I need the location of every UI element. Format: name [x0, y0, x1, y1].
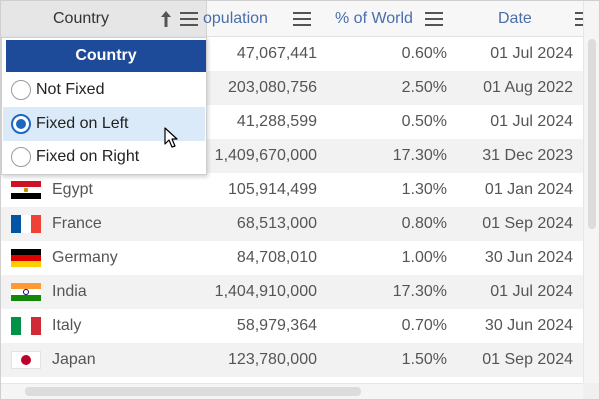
table-row[interactable]: Japan 123,780,000 1.50% 01 Sep 2024 [1, 343, 583, 377]
percent-cell: 1.50% [401, 351, 447, 368]
population-cell: 58,979,364 [236, 317, 317, 334]
population-cell: 105,914,499 [228, 181, 317, 198]
option-label: Fixed on Left [36, 115, 129, 132]
date-cell: 30 Jun 2024 [484, 249, 573, 266]
egypt-flag [11, 181, 41, 199]
header-population-label: opulation [203, 10, 268, 27]
table-row[interactable]: Germany 84,708,010 1.00% 30 Jun 2024 [1, 241, 583, 275]
option-label: Not Fixed [36, 81, 105, 98]
percent-cell: 17.30% [392, 147, 447, 164]
table-row[interactable]: India 1,404,910,000 17.30% 01 Jul 2024 [1, 275, 583, 309]
data-grid: Country opulation % of World Date 47,067… [0, 0, 600, 400]
population-cell: 123,780,000 [228, 351, 317, 368]
mouse-pointer-icon [164, 127, 178, 148]
option-not-fixed[interactable]: Not Fixed [3, 73, 205, 107]
header-date-label: Date [498, 10, 532, 27]
option-label: Fixed on Right [36, 148, 140, 165]
hamburger-icon[interactable] [575, 12, 583, 26]
population-cell: 84,708,010 [236, 249, 317, 266]
percent-cell: 17.30% [392, 283, 447, 300]
country-cell: India [52, 283, 87, 300]
table-row[interactable]: France 68,513,000 0.80% 01 Sep 2024 [1, 207, 583, 241]
percent-cell: 0.80% [401, 215, 447, 232]
pin-menu-title: Country [6, 40, 206, 72]
percent-cell: 0.60% [401, 45, 447, 62]
hamburger-icon[interactable] [293, 12, 311, 26]
date-cell: 31 Dec 2023 [482, 147, 573, 164]
percent-cell: 2.50% [401, 79, 447, 96]
date-cell: 01 Sep 2024 [482, 215, 573, 232]
population-cell: 1,404,910,000 [214, 283, 317, 300]
date-cell: 01 Jan 2024 [484, 181, 573, 198]
header-country-label: Country [52, 10, 110, 27]
date-cell: 01 Aug 2022 [483, 79, 573, 96]
header-date[interactable]: Date [449, 1, 583, 37]
percent-cell: 1.30% [401, 181, 447, 198]
hamburger-icon[interactable] [180, 12, 198, 26]
percent-cell: 1.00% [401, 249, 447, 266]
horizontal-scroll-thumb[interactable] [25, 387, 361, 396]
date-cell: 01 Jul 2024 [490, 45, 573, 62]
date-cell: 01 Sep 2024 [482, 351, 573, 368]
radio-button-selected[interactable] [11, 114, 31, 134]
radio-button[interactable] [11, 147, 31, 167]
date-cell: 30 Jun 2024 [484, 317, 573, 334]
population-cell: 41,288,599 [236, 113, 317, 130]
header-country[interactable]: Country [1, 1, 207, 37]
vertical-scroll-thumb[interactable] [588, 39, 596, 229]
percent-cell: 0.70% [401, 317, 447, 334]
japan-flag [11, 351, 41, 369]
population-cell: 1,409,670,000 [214, 147, 317, 164]
radio-button[interactable] [11, 80, 31, 100]
population-cell: 68,513,000 [236, 215, 317, 232]
population-cell: 47,067,441 [236, 45, 317, 62]
date-cell: 01 Jul 2024 [490, 113, 573, 130]
header-percent-world[interactable]: % of World [321, 1, 449, 37]
italy-flag [11, 317, 41, 335]
header-population[interactable]: opulation [203, 1, 321, 37]
hamburger-icon[interactable] [425, 12, 443, 26]
header-percent-world-label: % of World [335, 10, 413, 27]
germany-flag [11, 249, 41, 267]
india-flag [11, 283, 41, 301]
arrow-up-icon[interactable] [159, 10, 173, 28]
country-cell: Japan [52, 351, 96, 368]
date-cell: 01 Jul 2024 [490, 283, 573, 300]
table-row[interactable]: Egypt 105,914,499 1.30% 01 Jan 2024 [1, 173, 583, 207]
column-pin-menu: Country Not Fixed Fixed on Left Fixed on… [1, 37, 207, 175]
country-cell: Germany [52, 249, 118, 266]
france-flag [11, 215, 41, 233]
grid-header: Country opulation % of World Date [1, 1, 599, 37]
country-cell: France [52, 215, 102, 232]
table-row[interactable]: Italy 58,979,364 0.70% 30 Jun 2024 [1, 309, 583, 343]
country-cell: Egypt [52, 181, 93, 198]
scrollbar-corner [583, 383, 599, 399]
population-cell: 203,080,756 [228, 79, 317, 96]
country-cell: Italy [52, 317, 82, 334]
percent-cell: 0.50% [401, 113, 447, 130]
